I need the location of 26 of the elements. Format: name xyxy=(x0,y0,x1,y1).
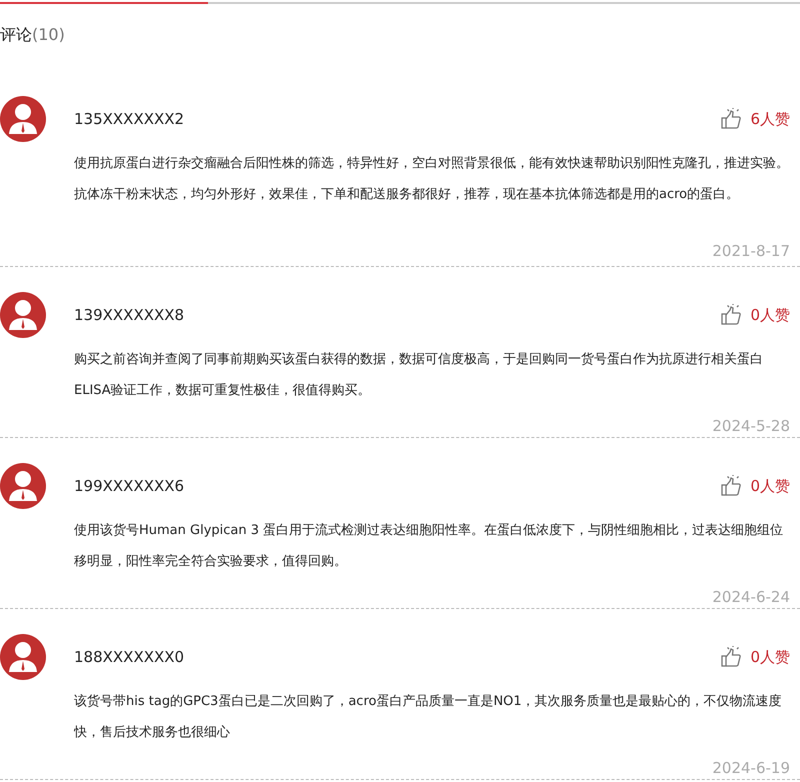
like-count: 0人赞 xyxy=(750,306,790,324)
username: 188XXXXXXX0 xyxy=(74,648,186,666)
review-date: 2021-8-17 xyxy=(711,241,790,261)
review-text: 购买之前咨询并查阅了同事前期购买该蛋白获得的数据，数据可信度极高，于是回购同一货号蛋白作为抗原进行相关蛋白ELISA验证工作，数据可重复性极佳，很值得购买。 xyxy=(74,351,764,400)
review-date: 2024-5-28 xyxy=(711,416,790,436)
review-text: 使用该货号Human Glypican 3 蛋白用于流式检测过表达细胞阳性率。在蛋白低浓度下，与阴性细胞相比，过表达细胞组位移明显，阳性率完全符合实验要求，值得回购。 xyxy=(74,522,784,571)
username: 135XXXXXXX2 xyxy=(74,110,186,128)
comments-heading: 评论 xyxy=(0,25,32,44)
review-text: 使用抗原蛋白进行杂交瘤融合后阳性株的筛选，特异性好，空白对照背景很低，能有效快速帮助识别阳性克隆孔，推进实验。抗体冻干粉末状态，均匀外形好，效果佳，下单和配送服务都很好，推荐，现在基本抗体筛选都是用的acro的蛋白。 xyxy=(74,155,790,204)
avatar-icon xyxy=(0,96,46,142)
review-date: 2024-6-24 xyxy=(711,587,790,607)
avatar-icon xyxy=(0,292,46,338)
like-count: 6人赞 xyxy=(750,110,790,128)
thumbs-up-icon[interactable] xyxy=(720,475,742,497)
avatar-icon xyxy=(0,634,46,680)
thumbs-up-icon[interactable] xyxy=(720,108,742,130)
username: 199XXXXXXX6 xyxy=(74,477,186,495)
review-date: 2024-6-19 xyxy=(711,758,790,778)
like-count: 0人赞 xyxy=(750,476,790,496)
like-count: 0人赞 xyxy=(750,648,790,666)
review-text: 该货号带his tag的GPC3蛋白已是二次回购了，acro蛋白产品质量一直是NO1，其次服务质量也是最贴心的，不仅物流速度快，售后技术服务也很细心 xyxy=(74,693,783,742)
username: 139XXXXXXX8 xyxy=(74,306,186,324)
thumbs-up-icon[interactable] xyxy=(720,304,742,326)
thumbs-up-icon[interactable] xyxy=(720,646,742,668)
comment-count: (10) xyxy=(32,25,65,44)
avatar-icon xyxy=(0,463,46,509)
